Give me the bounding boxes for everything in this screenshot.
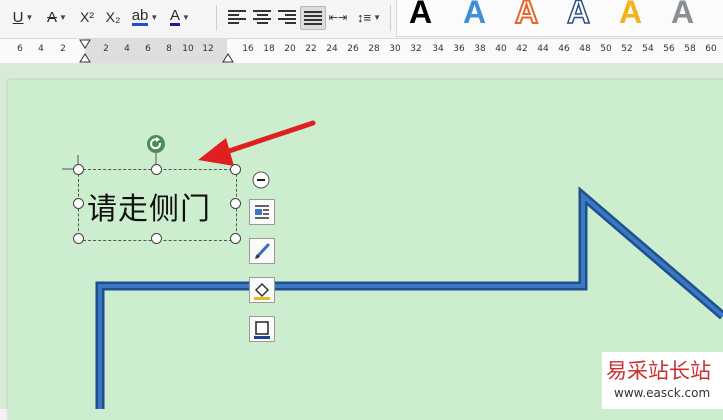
resize-handle-bottom-right[interactable]	[230, 233, 241, 244]
collapse-icon[interactable]	[252, 171, 270, 189]
resize-handle-bottom[interactable]	[151, 233, 162, 244]
watermark-text: 易采站长站	[606, 359, 711, 383]
resize-handle-right[interactable]	[230, 198, 241, 209]
outline-icon	[254, 321, 270, 339]
fill-button[interactable]	[249, 277, 275, 303]
rotate-icon[interactable]	[146, 134, 166, 154]
text-wrap-button[interactable]	[249, 199, 275, 225]
pen-icon	[255, 243, 270, 259]
text-wrap-icon	[255, 205, 269, 219]
resize-handle-bottom-left[interactable]	[73, 233, 84, 244]
watermark: 易采站长站 www.easck.com	[602, 352, 723, 409]
resize-handle-top[interactable]	[151, 164, 162, 175]
fill-bucket-icon	[254, 282, 270, 300]
resize-handle-top-right[interactable]	[230, 164, 241, 175]
resize-handle-top-left[interactable]	[73, 164, 84, 175]
shape-style-button[interactable]	[249, 238, 275, 264]
outline-button[interactable]	[249, 316, 275, 342]
resize-handle-left[interactable]	[73, 198, 84, 209]
watermark-url: www.easck.com	[614, 386, 711, 400]
selection-guides	[62, 152, 157, 170]
